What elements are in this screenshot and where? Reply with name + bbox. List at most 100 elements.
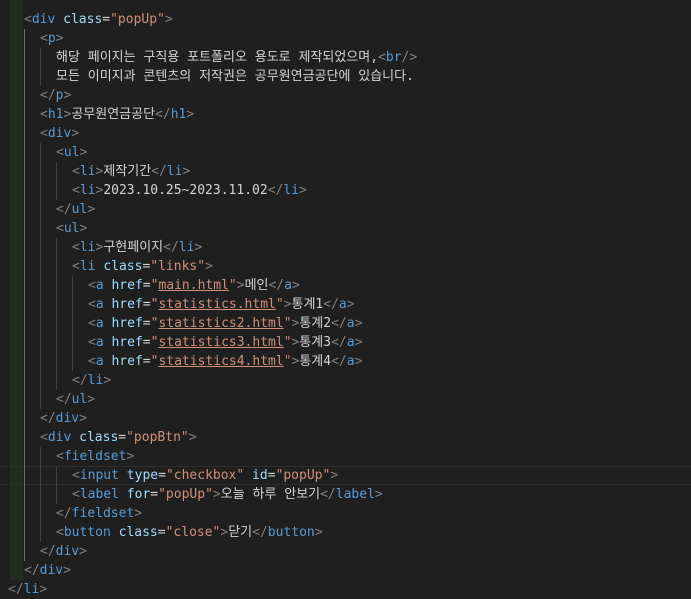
- code-token: </: [72, 373, 88, 388]
- code-token: fieldset: [71, 506, 135, 521]
- code-token: </: [151, 164, 167, 179]
- indent-highlight: [10, 0, 23, 580]
- code-token: a: [346, 335, 355, 350]
- code-line: <a href="statistics3.html">통계3</a>: [88, 333, 362, 352]
- code-token: </: [155, 107, 171, 122]
- code-token: =: [142, 297, 151, 312]
- code-token: a: [95, 316, 104, 331]
- indent-guide: [40, 447, 41, 542]
- code-token: >: [330, 468, 339, 483]
- code-token: a: [95, 335, 104, 350]
- code-token: button: [63, 525, 111, 540]
- code-token: </: [331, 316, 347, 331]
- code-token: li: [87, 373, 104, 388]
- link-path: statistics.html: [158, 297, 276, 312]
- code-token: <: [72, 164, 80, 179]
- code-token: 통계3: [299, 335, 332, 350]
- code-token: ul: [63, 221, 80, 236]
- code-token: >: [79, 411, 87, 426]
- code-token: >: [63, 563, 71, 578]
- code-token: "popUp": [275, 468, 331, 483]
- code-line: <li class="links">: [72, 257, 213, 276]
- code-token: </: [24, 563, 40, 578]
- code-token: a: [338, 297, 347, 312]
- code-token: div: [55, 544, 80, 559]
- code-token: li: [79, 183, 96, 198]
- code-token: 메인: [244, 278, 269, 293]
- code-token: =: [150, 487, 159, 502]
- code-token: id: [252, 468, 268, 483]
- code-token: </: [40, 88, 56, 103]
- code-token: fieldset: [63, 449, 127, 464]
- link-path: main.html: [158, 278, 229, 293]
- code-token: type: [126, 468, 159, 483]
- code-line: <div class="popBtn">: [40, 428, 197, 447]
- code-token: div: [55, 411, 80, 426]
- code-token: ul: [71, 392, 88, 407]
- code-token: </: [320, 487, 336, 502]
- code-token: </: [40, 544, 56, 559]
- code-line: <ul>: [56, 219, 87, 238]
- code-token: ul: [63, 145, 80, 160]
- code-token: =: [157, 525, 166, 540]
- code-token: >: [186, 107, 195, 122]
- code-token: <: [88, 297, 96, 312]
- code-token: <: [24, 12, 32, 27]
- code-token: class: [103, 259, 143, 274]
- code-token: >: [291, 278, 300, 293]
- code-token: </: [267, 183, 284, 198]
- code-token: 제작기간: [103, 164, 152, 179]
- link-path: statistics3.html: [158, 335, 284, 350]
- code-token: 닫기: [228, 525, 253, 540]
- code-token: =: [267, 468, 276, 483]
- code-token: =: [118, 430, 127, 445]
- code-token: 구현페이지: [103, 240, 164, 255]
- code-token: =: [142, 316, 151, 331]
- code-token: >: [299, 183, 307, 198]
- code-token: >: [346, 297, 355, 312]
- code-token: a: [346, 354, 355, 369]
- indent-guide: [40, 48, 41, 86]
- code-token: label: [335, 487, 375, 502]
- code-token: >: [188, 430, 197, 445]
- code-token: >: [283, 297, 292, 312]
- code-token: >: [354, 354, 363, 369]
- code-token: >: [205, 259, 213, 274]
- code-token: div: [47, 126, 72, 141]
- code-editor[interactable]: <div class="popUp"> <p> 해당 페이지는 구직용 포트폴리오 …: [0, 0, 691, 597]
- code-line: </ul>: [56, 390, 95, 409]
- code-token: div: [39, 563, 64, 578]
- code-token: <: [56, 145, 64, 160]
- code-token: </: [331, 335, 347, 350]
- code-token: a: [95, 278, 104, 293]
- code-token: for: [126, 487, 151, 502]
- code-line: 해당 페이지는 구직용 포트폴리오 용도로 제작되었으며,<br/>: [56, 48, 417, 67]
- code-token: =: [142, 335, 151, 350]
- code-line: <fieldset>: [56, 447, 134, 466]
- code-line: <label for="popUp">오늘 하루 안보기</label>: [72, 485, 383, 504]
- code-token: </: [56, 392, 72, 407]
- code-token: >: [354, 335, 363, 350]
- code-line: <div class="popUp">: [24, 10, 173, 29]
- code-line: </div>: [40, 409, 87, 428]
- code-token: href: [111, 335, 143, 350]
- code-token: >: [164, 12, 173, 27]
- code-token: 해당 페이지는 구직용 포트폴리오 용도로 제작되었으며,: [56, 50, 379, 65]
- code-token: <: [56, 449, 64, 464]
- code-token: li: [23, 582, 40, 597]
- code-token: class: [118, 525, 158, 540]
- code-token: </: [8, 582, 24, 597]
- code-token: >: [103, 373, 112, 388]
- code-token: 통계2: [299, 316, 332, 331]
- code-token: "popUp": [110, 12, 165, 27]
- code-token: "checkbox": [165, 468, 245, 483]
- code-token: >: [374, 487, 383, 502]
- code-token: >: [79, 221, 88, 236]
- code-token: >: [182, 164, 191, 179]
- code-line: <a href="statistics.html">통계1</a>: [88, 295, 355, 314]
- code-token: <: [72, 240, 80, 255]
